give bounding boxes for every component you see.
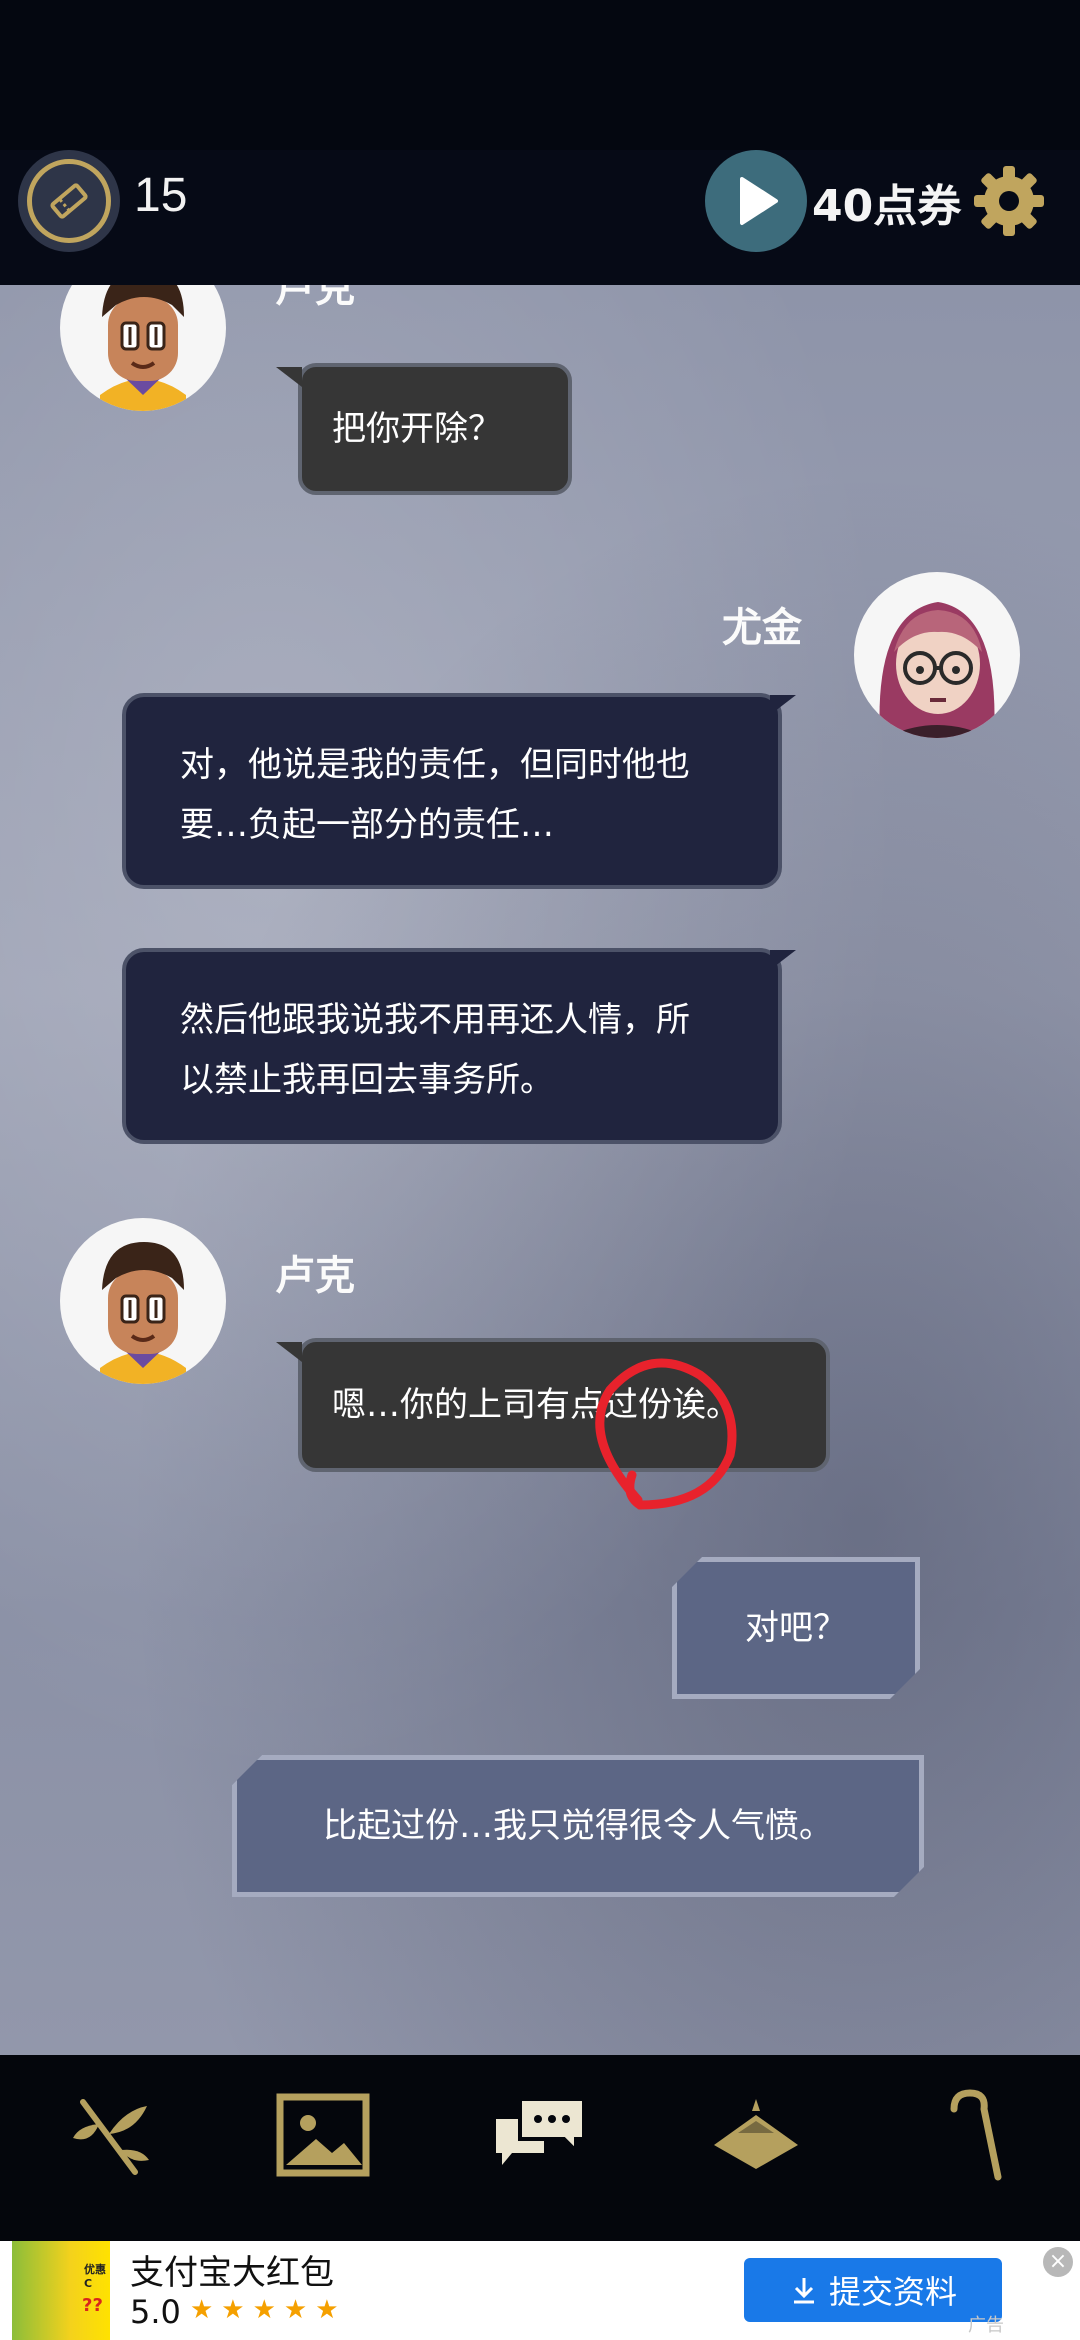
ad-banner[interactable]: 优惠C ?? 支付宝大红包 5.0 ★★★★★ 提交资料 × 广告 (0, 2241, 1080, 2340)
speaker-name: 卢克 (275, 285, 355, 311)
message-line: 要…负起一部分的责任… (180, 805, 554, 845)
message-text: 对吧？ (745, 1608, 847, 1648)
red-circle-annotation (595, 1358, 737, 1510)
speaker-name: 尤金 (722, 605, 802, 651)
message-bubble[interactable]: 对，他说是我的责任，但同时他也 要…负起一部分的责任… (122, 693, 782, 889)
play-icon (740, 177, 778, 225)
message-text: 比起过份…我只觉得很令人气愤。 (323, 1806, 833, 1846)
message-bubble[interactable]: 把你开除？ (298, 363, 572, 495)
close-icon[interactable]: × (1043, 2247, 1073, 2277)
avatar-eugene[interactable] (854, 572, 1020, 738)
chat-area[interactable]: 卢克 把你开除？ 尤金 对，他说是我的责任，但同时他也 要…负起一部分的责任… … (0, 285, 1080, 2055)
message-bubble[interactable]: 然后他跟我说我不用再还人情，所 以禁止我再回去事务所。 (122, 948, 782, 1144)
voucher-label: 40点券 (812, 181, 962, 232)
chat-icon (496, 2097, 586, 2165)
ad-thumb-label: 优惠C (84, 2263, 106, 2290)
ad-thumbnail[interactable]: 优惠C ?? (12, 2241, 110, 2340)
ad-rating: 5.0 (130, 2293, 181, 2331)
bubble-tail (770, 695, 796, 715)
bottom-nav (0, 2055, 1080, 2241)
message-line: 对，他说是我的责任，但同时他也 (180, 745, 690, 785)
nav-item-branch[interactable] (60, 2085, 160, 2185)
avatar-luke[interactable] (60, 285, 226, 411)
ticket-count: 15 (134, 169, 188, 222)
avatar-luke[interactable] (60, 1218, 226, 1384)
download-icon (793, 2278, 814, 2304)
message-bubble[interactable]: 对吧？ (672, 1557, 920, 1699)
ticket-icon (27, 159, 111, 243)
ad-title: 支付宝大红包 (130, 2253, 334, 2293)
play-ad-button[interactable] (705, 150, 807, 252)
message-text: 把你开除？ (332, 409, 502, 449)
nav-item-chat[interactable] (490, 2085, 590, 2185)
nav-item-cane[interactable] (925, 2085, 1025, 2185)
nav-item-hat[interactable] (706, 2085, 806, 2185)
ad-submit-button[interactable]: 提交资料 (744, 2258, 1002, 2322)
hat-icon (714, 2099, 798, 2169)
bubble-tail (276, 367, 302, 387)
ad-tag: 广告 (968, 2315, 1004, 2336)
message-line: 然后他跟我说我不用再还人情，所 (180, 1000, 690, 1040)
ticket-button[interactable] (18, 150, 120, 252)
cane-icon (950, 2089, 1002, 2181)
message-bubble[interactable]: 嗯…你的上司有点过份诶。 (298, 1338, 830, 1472)
bubble-tail (770, 950, 796, 970)
message-line: 以禁止我再回去事务所。 (180, 1060, 554, 1100)
message-bubble[interactable]: 比起过份…我只觉得很令人气愤。 (232, 1755, 924, 1897)
gallery-icon (276, 2093, 370, 2177)
status-bar (0, 0, 1080, 150)
ad-thumb-mark: ?? (82, 2295, 103, 2316)
branch-icon (73, 2099, 149, 2175)
speaker-name: 卢克 (275, 1253, 355, 1299)
ad-stars: ★★★★★ (190, 2295, 347, 2325)
gear-icon[interactable] (972, 164, 1046, 238)
ad-submit-label: 提交资料 (828, 2273, 957, 2311)
bubble-tail (276, 1342, 302, 1362)
nav-item-gallery[interactable] (273, 2085, 373, 2185)
